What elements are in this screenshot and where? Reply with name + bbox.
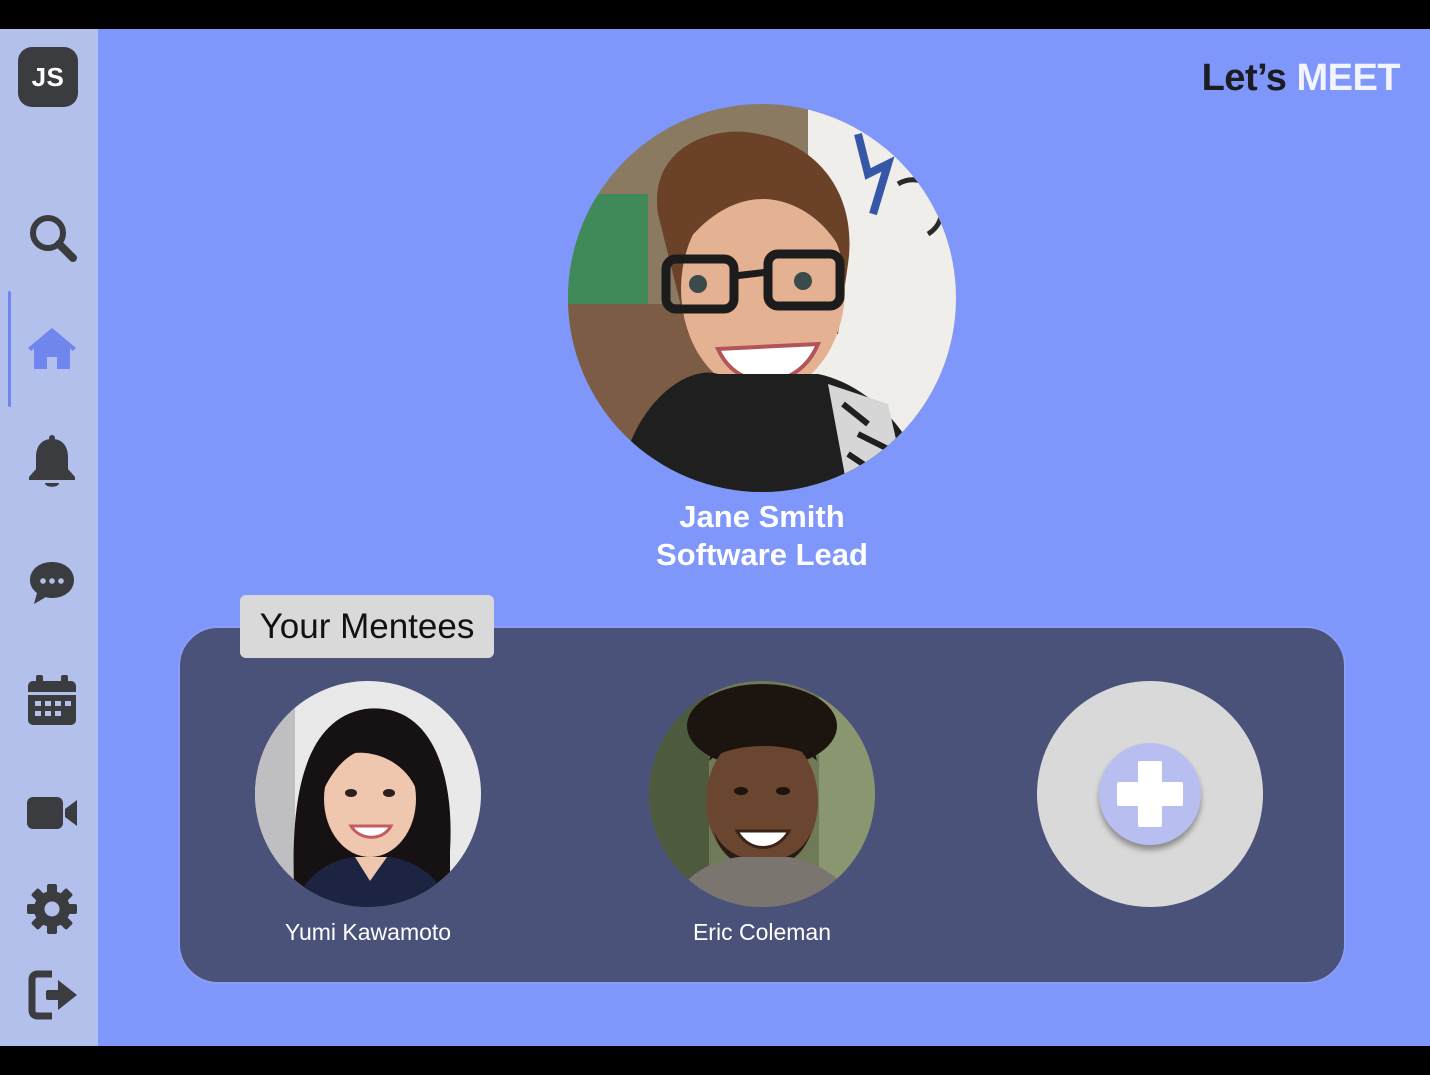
mentee-name-eric: Eric Coleman [692,919,832,945]
window-bottom-bar [0,1046,1430,1075]
plus-icon[interactable] [1099,743,1201,845]
plus-bar-vertical [1138,761,1162,827]
profile-role: Software Lead [656,537,868,572]
active-nav-indicator [8,291,11,407]
mentees-section-title: Your Mentees [240,595,494,658]
search-icon[interactable] [24,209,80,265]
mentee-name-yumi: Yumi Kawamoto [284,919,452,945]
video-icon[interactable] [24,785,80,841]
brand-part-2: MEET [1296,57,1400,99]
mentee-photo-yumi[interactable] [255,681,481,907]
brand-part-1: Let’s [1201,57,1297,99]
gear-icon[interactable] [24,881,80,937]
mentee-photo-eric[interactable] [649,681,875,907]
profile-name: Jane Smith [679,499,845,534]
calendar-icon[interactable] [24,673,80,729]
app-window: JS Let’s MEET Jane Smith Software Lead Y… [0,29,1430,1046]
profile-photo[interactable] [568,104,956,492]
chat-icon[interactable] [24,555,80,611]
window-top-bar [0,0,1430,29]
add-mentee-button[interactable] [1037,681,1263,907]
logout-icon[interactable] [24,967,80,1023]
bell-icon[interactable] [24,433,80,489]
user-avatar[interactable]: JS [18,47,78,107]
sidebar: JS [0,29,98,1046]
home-icon[interactable] [24,321,80,377]
app-logo-text: Let’s MEET [1201,57,1401,100]
